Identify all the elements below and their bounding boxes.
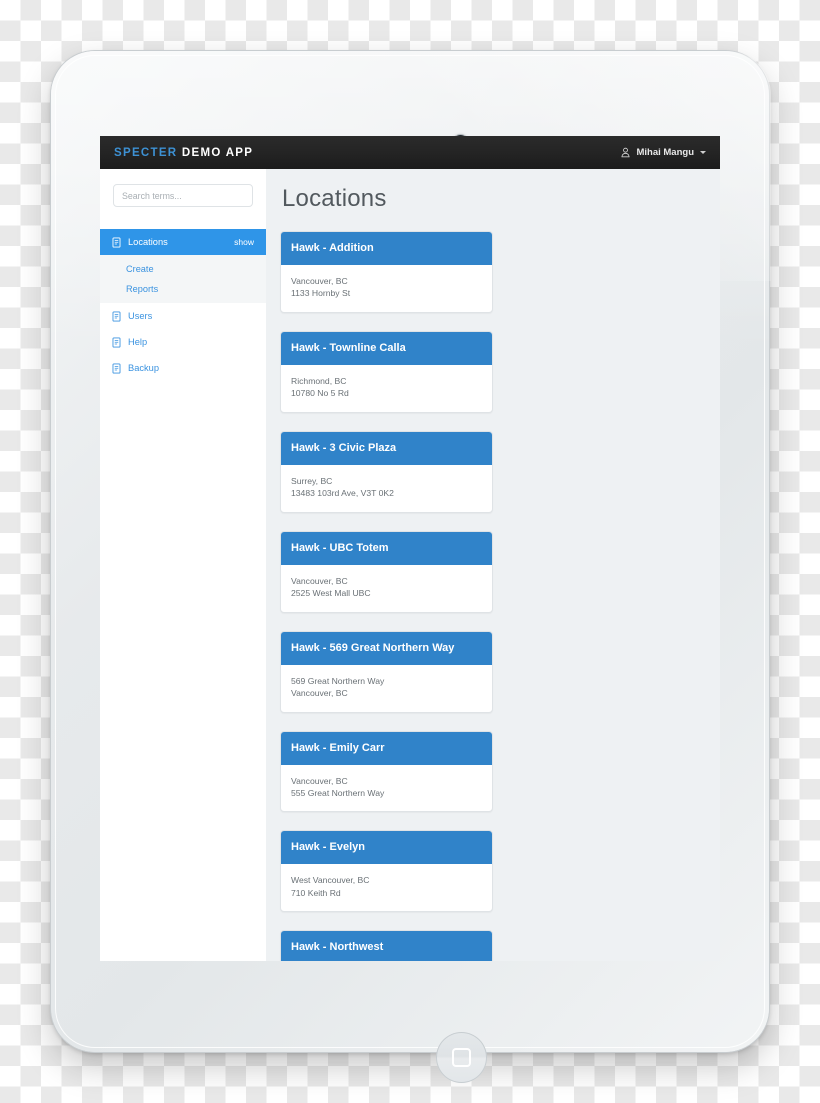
location-card-body: West Vancouver, BC 710 Keith Rd [281,864,492,911]
location-card-line1: Richmond, BC [291,375,347,386]
user-menu[interactable]: Mihai Mangu [620,147,706,158]
document-icon [112,362,121,374]
location-card-title: Hawk - Evelyn [281,831,492,865]
home-button-square [452,1048,471,1067]
document-icon [112,310,121,322]
app-brand[interactable]: SPECTER DEMO APP [114,147,253,159]
location-card-body: Vancouver, BC 2525 West Mall UBC [281,565,492,612]
brand-rest-text: DEMO APP [181,146,254,159]
sidebar-item-label: Users [128,311,153,321]
search-input[interactable] [113,184,253,207]
sidebar-show-link[interactable]: show [234,237,254,247]
sidebar-subitem-create[interactable]: Create [100,259,266,279]
location-card-title: Hawk - Emily Carr [281,731,492,765]
location-card[interactable]: Hawk - UBC Totem Vancouver, BC 2525 West M… [280,530,493,613]
location-card[interactable]: Hawk - NorthwestVancouver, BC8199 Cambie… [280,930,493,961]
caret-down-icon [700,151,706,154]
location-card-body: Richmond, BC 10780 No 5 Rd [281,365,492,412]
location-card-title: Hawk - Addition [281,232,492,265]
location-card[interactable]: Hawk - 569 Great Northern Way 569 Great N… [280,630,493,713]
location-card-line2: 13483 103rd Ave, V3T 0K2 [291,488,394,499]
brand-accent-text: SPECTER [114,146,178,159]
document-icon [112,236,121,248]
location-card-title: Hawk - UBC Totem [281,531,492,565]
user-name-label: Mihai Mangu [636,147,694,158]
location-card[interactable]: Hawk - Emily Carr Vancouver, BC 555 Great … [280,730,493,813]
tablet-screen: SPECTER DEMO APP Mihai Mangu Search term… [100,136,720,961]
location-card-line1: Vancouver, BC [291,575,348,586]
document-icon [112,336,121,348]
sidebar: Locations show Create Reports Users [100,169,266,961]
location-card-line2: 10780 No 5 Rd [291,388,349,399]
location-card-line2: 710 Keith Rd [291,887,341,898]
location-card-title: Hawk - Townline Calla [281,331,492,365]
location-card-body: Vancouver, BC 1133 Hornby St [281,265,492,312]
location-card-line2: Vancouver, BC [291,688,348,699]
location-card[interactable]: Hawk - Addition Vancouver, BC 1133 Hornby … [280,231,493,313]
person-icon [621,147,630,158]
location-card[interactable]: Hawk - Townline Calla Richmond, BC 10780 N… [280,330,493,413]
location-card-line1: Surrey, BC [291,475,333,486]
main-content: Locations Hawk - Addition Vancouver, BC 11… [266,169,720,961]
sidebar-item-label: Help [128,337,148,347]
location-card-title: Hawk - 3 Civic Plaza [281,431,492,465]
sidebar-subitem-reports[interactable]: Reports [100,279,266,299]
sidebar-item-help[interactable]: Help [100,329,266,355]
page-title: Locations [282,185,387,212]
home-button-icon[interactable] [436,1032,487,1083]
location-card-body: Surrey, BC 13483 103rd Ave, V3T 0K2 [281,465,492,512]
location-card-line1: 569 Great Northern Way [291,675,385,686]
location-card-line1: Vancouver, BC [291,775,348,786]
location-card[interactable]: Hawk - 3 Civic Plaza Surrey, BC 13483 103r… [280,430,493,513]
location-card-line2: 2525 West Mall UBC [291,588,371,599]
location-card-line1: West Vancouver, BC [291,875,370,886]
sidebar-item-label: Locations [128,237,168,247]
location-card-body: Vancouver, BC 555 Great Northern Way [281,765,492,812]
sidebar-item-locations[interactable]: Locations show [100,229,266,255]
location-card-line2: 555 Great Northern Way [291,787,385,798]
screen-body: Locations show Create Reports Users [100,169,720,961]
location-card-title: Hawk - Northwest [281,931,492,961]
location-card-title: Hawk - 569 Great Northern Way [281,631,492,665]
locations-card-grid: Hawk - Addition Vancouver, BC 1133 Hornby … [280,231,708,961]
location-card[interactable]: Hawk - Evelyn West Vancouver, BC 710 Keith… [280,830,493,913]
sidebar-subnav: Create Reports [100,255,266,303]
sidebar-item-backup[interactable]: Backup [100,355,266,381]
sidebar-item-users[interactable]: Users [100,303,266,329]
location-card-line1: Vancouver, BC [291,276,348,286]
location-card-line2: 1133 Hornby St [291,288,351,299]
sidebar-item-label: Backup [128,363,160,373]
top-navbar: SPECTER DEMO APP Mihai Mangu [100,136,720,169]
location-card-body: 569 Great Northern Way Vancouver, BC [281,665,492,712]
